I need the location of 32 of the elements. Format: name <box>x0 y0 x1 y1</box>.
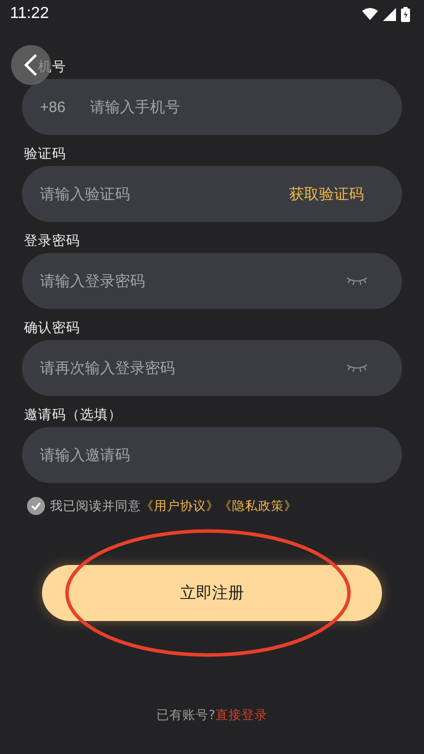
agreement-text: 我已阅读并同意 <box>50 498 141 514</box>
policy-link[interactable]: 《隐私政策》 <box>219 498 297 514</box>
policy-link[interactable]: 《用户协议》 <box>141 498 219 514</box>
signal-icon <box>383 8 396 20</box>
input-field[interactable]: 请再次输入登录密码 <box>40 359 346 377</box>
agree-checkbox[interactable] <box>27 497 45 515</box>
chevron-left-icon <box>24 53 38 77</box>
closed-eye-icon[interactable] <box>346 363 368 373</box>
field-label: 确认密码 <box>23 319 80 338</box>
text-field[interactable]: 请输入邀请码 <box>22 427 402 483</box>
register-button[interactable]: 立即注册 <box>42 565 382 621</box>
get-code-link[interactable]: 获取验证码 <box>289 184 364 204</box>
login-link[interactable]: 直接登录 <box>215 707 268 722</box>
text-field[interactable]: 请输入登录密码 <box>22 253 402 309</box>
wifi-icon <box>362 8 378 20</box>
text-field[interactable]: 请输入验证码 获取验证码 <box>22 166 402 222</box>
back-button[interactable] <box>11 45 51 85</box>
input-field[interactable]: 请输入邀请码 <box>40 446 368 464</box>
footer-text: 已有账号? <box>156 707 216 722</box>
field-label: 验证码 <box>23 145 66 164</box>
battery-icon <box>401 6 410 22</box>
input-field[interactable]: 请输入手机号 <box>90 98 368 116</box>
field-label: 登录密码 <box>23 232 80 251</box>
country-code[interactable]: +86 <box>40 98 90 116</box>
closed-eye-icon[interactable] <box>346 276 368 286</box>
field-label: 机号 <box>37 58 66 77</box>
input-field[interactable]: 请输入验证码 <box>40 185 289 203</box>
field-label: 邀请码（选填） <box>23 406 122 425</box>
input-field[interactable]: 请输入登录密码 <box>40 272 346 290</box>
status-time: 11:22 <box>10 5 49 23</box>
text-field[interactable]: +86 请输入手机号 <box>22 79 402 135</box>
text-field[interactable]: 请再次输入登录密码 <box>22 340 402 396</box>
